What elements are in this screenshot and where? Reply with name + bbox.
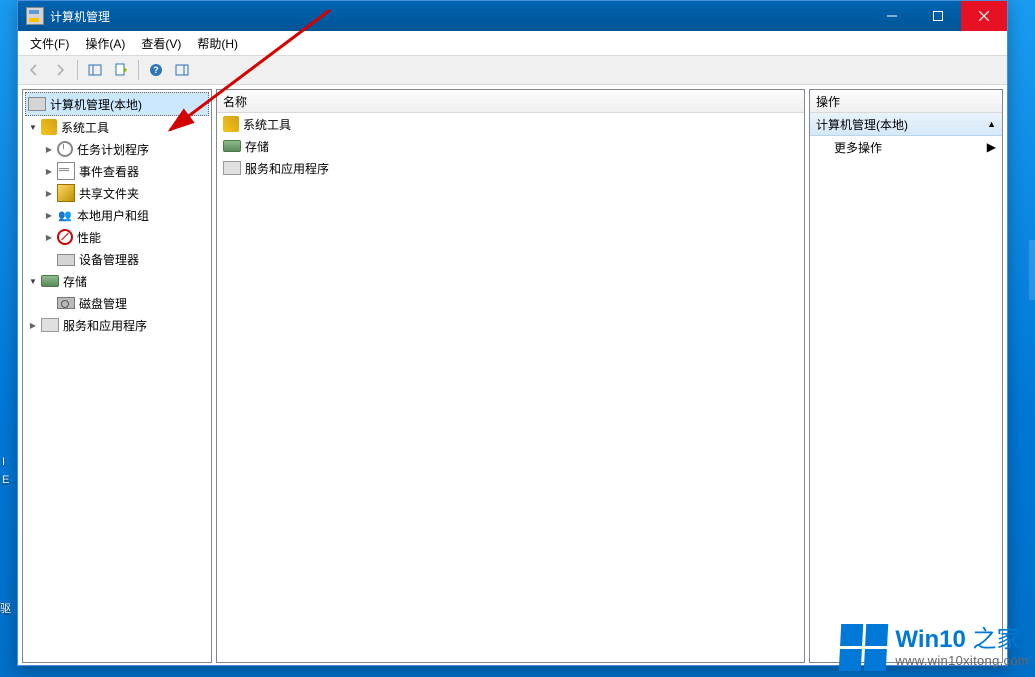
- expand-toggle[interactable]: [41, 187, 57, 199]
- tree-label: 系统工具: [61, 119, 109, 136]
- clock-icon: [57, 141, 73, 157]
- tree-device-manager[interactable]: 设备管理器: [25, 248, 209, 270]
- windows-logo-icon: [839, 624, 888, 671]
- toolbar: ?: [18, 56, 1007, 85]
- menubar: 文件(F) 操作(A) 查看(V) 帮助(H): [18, 31, 1007, 56]
- action-more[interactable]: 更多操作 ▶: [810, 136, 1002, 158]
- desktop-label-2: E: [2, 474, 9, 486]
- tree-label: 共享文件夹: [79, 185, 139, 202]
- computer-icon: [28, 97, 46, 111]
- tree-shared-folders[interactable]: 共享文件夹: [25, 182, 209, 204]
- list-item-storage[interactable]: 存储: [217, 135, 804, 157]
- submenu-arrow-icon: ▶: [987, 140, 996, 154]
- list-label: 存储: [245, 138, 269, 155]
- action-more-label: 更多操作: [834, 139, 882, 156]
- expand-toggle[interactable]: [41, 209, 57, 221]
- actions-subheader-label: 计算机管理(本地): [816, 116, 908, 133]
- tree-performance[interactable]: 性能: [25, 226, 209, 248]
- performance-icon: [57, 229, 73, 245]
- disk-icon: [57, 297, 75, 309]
- tree-label: 本地用户和组: [77, 207, 149, 224]
- list-label: 系统工具: [243, 116, 291, 133]
- close-button[interactable]: [961, 1, 1007, 31]
- watermark-url: www.win10xitong.com: [895, 654, 1029, 668]
- expand-toggle[interactable]: [41, 165, 57, 177]
- list-item-services[interactable]: 服务和应用程序: [217, 157, 804, 179]
- titlebar[interactable]: 计算机管理: [18, 1, 1007, 31]
- expand-toggle[interactable]: [25, 275, 41, 287]
- tree-system-tools[interactable]: 系统工具: [25, 116, 209, 138]
- collapse-icon[interactable]: ▲: [987, 119, 996, 129]
- tree-event-viewer[interactable]: 事件查看器: [25, 160, 209, 182]
- details-panel: 名称 系统工具 存储 服务和应用程序: [216, 89, 805, 663]
- tree-root[interactable]: 计算机管理(本地): [25, 92, 209, 116]
- tree-label: 性能: [77, 229, 101, 246]
- tree-task-scheduler[interactable]: 任务计划程序: [25, 138, 209, 160]
- shared-folders-icon: [57, 184, 75, 202]
- tree-storage[interactable]: 存储: [25, 270, 209, 292]
- toolbar-separator: [138, 60, 139, 80]
- watermark: Win10 之家 www.win10xitong.com: [840, 624, 1029, 671]
- list-label: 服务和应用程序: [245, 160, 329, 177]
- menu-action[interactable]: 操作(A): [77, 32, 133, 55]
- expand-toggle[interactable]: [25, 121, 41, 133]
- desktop-label-1: I: [2, 456, 9, 468]
- window-title: 计算机管理: [50, 8, 110, 25]
- minimize-button[interactable]: [869, 1, 915, 31]
- services-icon: [41, 318, 59, 332]
- actions-header: 操作: [810, 90, 1002, 113]
- expand-toggle[interactable]: [41, 231, 57, 243]
- properties-button[interactable]: [109, 58, 133, 82]
- tree-local-users[interactable]: 本地用户和组: [25, 204, 209, 226]
- tree-root-label: 计算机管理(本地): [50, 96, 142, 113]
- desktop-side-panel: [1029, 240, 1035, 300]
- tree-label: 磁盘管理: [79, 295, 127, 312]
- tree-label: 任务计划程序: [77, 141, 149, 158]
- storage-icon: [41, 275, 59, 287]
- services-icon: [223, 161, 241, 175]
- menu-help[interactable]: 帮助(H): [189, 32, 246, 55]
- tree-label: 设备管理器: [79, 251, 139, 268]
- tree-label: 存储: [63, 273, 87, 290]
- tree-services-apps[interactable]: 服务和应用程序: [25, 314, 209, 336]
- computer-management-window: 计算机管理 文件(F) 操作(A) 查看(V) 帮助(H) ?: [17, 0, 1008, 666]
- users-icon: [57, 207, 73, 223]
- content-area: 计算机管理(本地) 系统工具 任务计划程序: [18, 85, 1007, 667]
- tree-label: 事件查看器: [79, 163, 139, 180]
- desktop-icons: I E: [0, 450, 11, 492]
- storage-icon: [223, 140, 241, 152]
- app-icon: [26, 7, 44, 25]
- desktop-label-3: 驱: [0, 600, 11, 616]
- actions-panel: 操作 计算机管理(本地) ▲ 更多操作 ▶: [809, 89, 1003, 663]
- tools-icon: [41, 119, 57, 135]
- navigation-tree-panel: 计算机管理(本地) 系统工具 任务计划程序: [22, 89, 212, 663]
- menu-view[interactable]: 查看(V): [133, 32, 189, 55]
- menu-file[interactable]: 文件(F): [22, 32, 77, 55]
- help-button[interactable]: ?: [144, 58, 168, 82]
- expand-toggle[interactable]: [41, 143, 57, 155]
- event-viewer-icon: [57, 162, 75, 180]
- tools-icon: [223, 116, 239, 132]
- tree-label: 服务和应用程序: [63, 317, 147, 334]
- watermark-brand-a: Win10: [895, 626, 965, 653]
- forward-button[interactable]: [48, 58, 72, 82]
- show-hide-tree-button[interactable]: [83, 58, 107, 82]
- device-manager-icon: [57, 254, 75, 266]
- actions-subheader[interactable]: 计算机管理(本地) ▲: [810, 113, 1002, 136]
- list-item-system-tools[interactable]: 系统工具: [217, 113, 804, 135]
- svg-text:?: ?: [153, 65, 159, 75]
- expand-toggle[interactable]: [25, 319, 41, 331]
- show-action-pane-button[interactable]: [170, 58, 194, 82]
- back-button[interactable]: [22, 58, 46, 82]
- column-header-name[interactable]: 名称: [217, 90, 804, 113]
- maximize-button[interactable]: [915, 1, 961, 31]
- tree-disk-management[interactable]: 磁盘管理: [25, 292, 209, 314]
- toolbar-separator: [77, 60, 78, 80]
- watermark-brand-b: 之家: [973, 626, 1021, 653]
